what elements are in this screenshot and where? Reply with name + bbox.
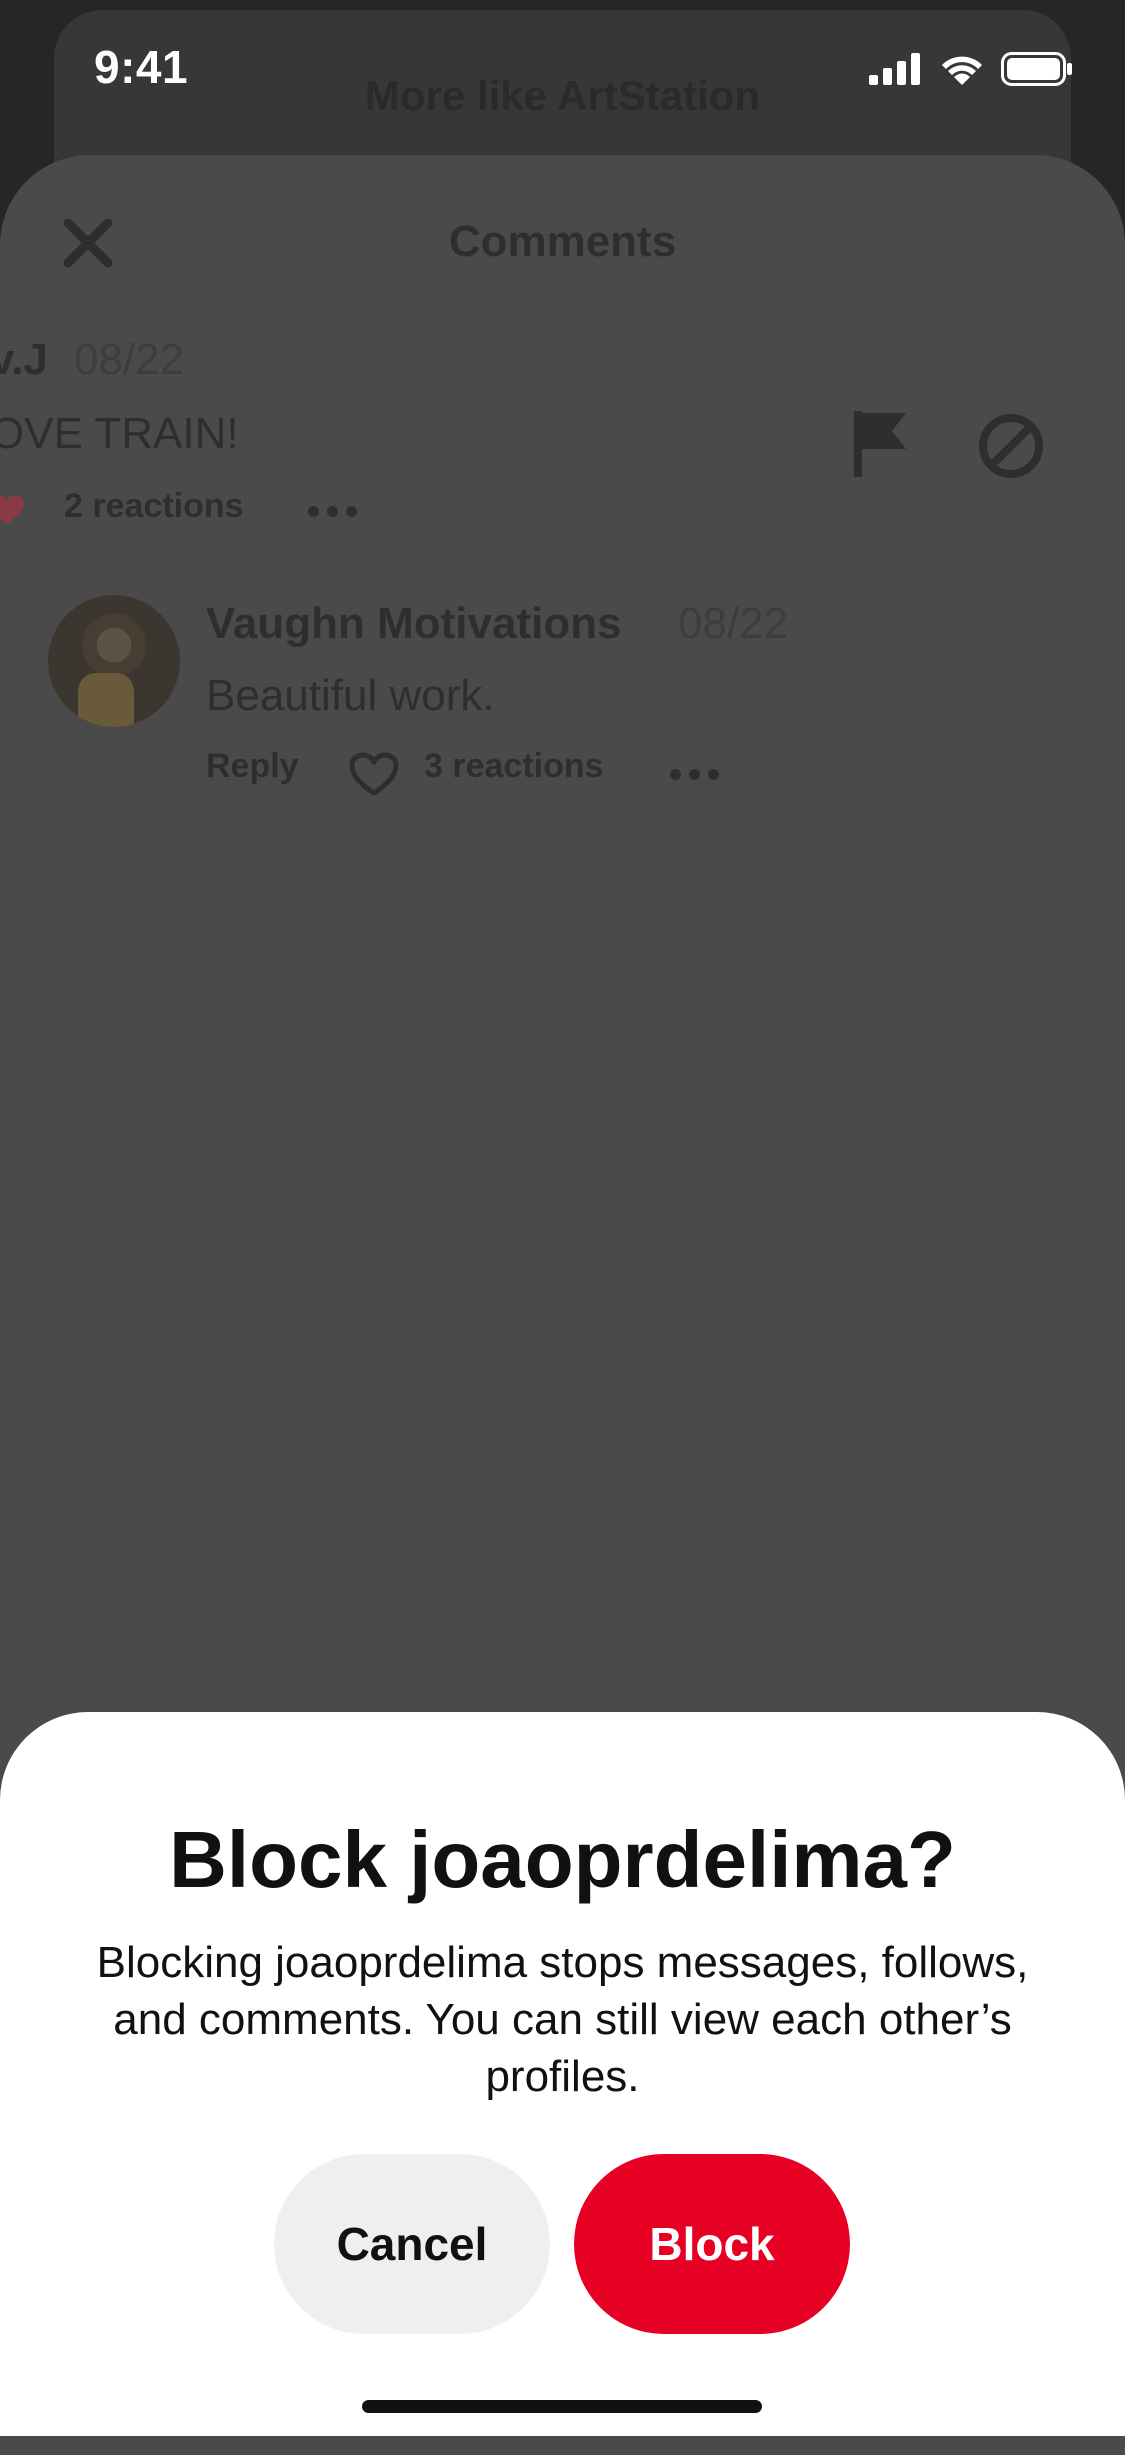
comment-date: 08/22 — [678, 599, 789, 648]
dialog-body: Blocking joaoprdelima stops messages, fo… — [96, 1938, 1029, 2101]
status-time: 9:41 — [94, 41, 189, 93]
battery-icon — [1001, 52, 1072, 86]
cancel-button[interactable]: Cancel — [274, 2154, 550, 2334]
home-indicator[interactable] — [362, 2400, 762, 2413]
status-bar: 9:41 — [0, 0, 1125, 140]
comments-title: Comments — [448, 217, 677, 266]
comment-date: 08/22 — [74, 335, 185, 384]
status-icons — [869, 52, 1073, 86]
comment-author[interactable]: v.J — [0, 335, 48, 385]
comment-reactions[interactable]: 3 reactions — [424, 747, 604, 786]
reply-button[interactable]: Reply — [206, 747, 299, 786]
heart-icon[interactable] — [348, 751, 400, 797]
dialog-title: Block joaoprdelima? — [169, 1815, 956, 1904]
heart-icon — [0, 495, 24, 524]
more-icon[interactable] — [670, 769, 719, 780]
block-icon[interactable] — [978, 413, 1044, 479]
wifi-icon — [942, 56, 982, 85]
comment-reactions[interactable]: 2 reactions — [64, 487, 244, 526]
comment-text: OVE TRAIN! — [0, 409, 239, 458]
comment-author[interactable]: Vaughn Motivations — [206, 599, 622, 649]
flag-icon[interactable] — [852, 411, 908, 477]
more-icon[interactable] — [308, 506, 357, 517]
signal-icon — [869, 53, 920, 85]
comment-text: Beautiful work. — [206, 671, 495, 720]
block-button[interactable]: Block — [574, 2154, 850, 2334]
avatar[interactable] — [48, 595, 180, 727]
block-dialog: Block joaoprdelima? Blocking joaoprdelim… — [0, 1712, 1125, 2436]
